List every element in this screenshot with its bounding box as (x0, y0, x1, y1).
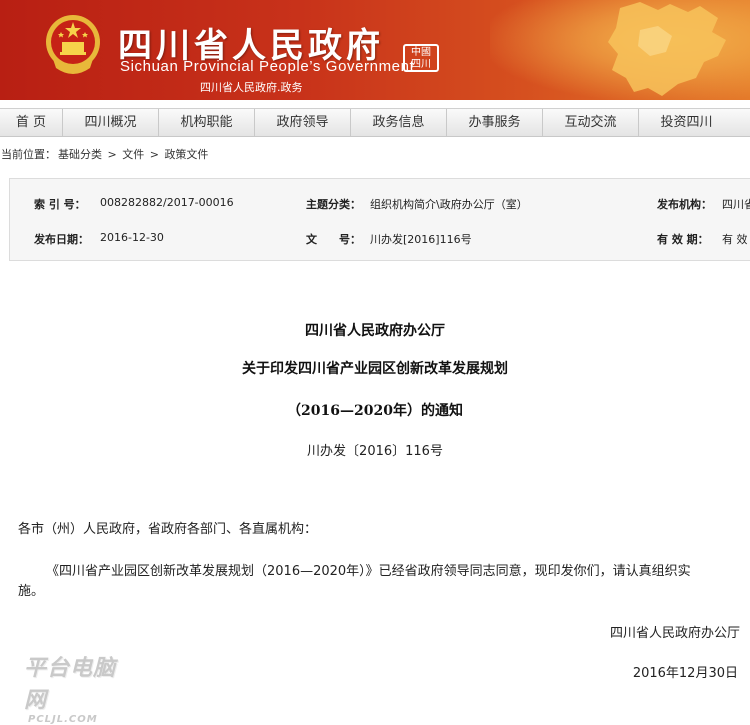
national-emblem-icon (46, 15, 100, 74)
validity-label: 有 效 期： (657, 233, 709, 246)
date-label: 发布日期： (34, 233, 89, 246)
doc-signature: 四川省人民政府办公厅 (609, 626, 740, 641)
doc-title-line1: 四川省人民政府办公厅 (305, 323, 445, 339)
nav-functions[interactable]: 机构职能 (159, 109, 255, 136)
breadcrumb-item-basic[interactable]: 基础分类 (58, 148, 102, 161)
validity-value: 有 效 (722, 233, 748, 246)
main-nav: 首 页 四川概况 机构职能 政府领导 政务信息 办事服务 互动交流 投资四川 (0, 108, 750, 137)
nav-leaders[interactable]: 政府领导 (255, 109, 351, 136)
topic-value: 组织机构简介\政府办公厅（室） (370, 198, 528, 211)
breadcrumb: 当前位置： 基础分类 > 文件 > 政策文件 (1, 146, 210, 162)
site-subtitle: Sichuan Provincial People’s Government (120, 58, 415, 75)
doc-title-line2: 关于印发四川省产业园区创新改革发展规划 (242, 361, 508, 377)
date-value: 2016-12-30 (100, 231, 164, 244)
doc-date: 2016年12月30日 (632, 666, 738, 681)
publisher-value: 四川省 (722, 198, 750, 211)
seal-logo: 中國 四川 (403, 44, 439, 72)
breadcrumb-item-files[interactable]: 文件 (122, 148, 144, 161)
breadcrumb-prefix: 当前位置： (1, 148, 56, 161)
nav-sichuan-overview[interactable]: 四川概况 (63, 109, 159, 136)
document-info-box (9, 178, 750, 261)
index-value: 008282882/2017-00016 (100, 196, 234, 209)
doc-body-line2: 施。 (18, 584, 45, 599)
docno-label: 文 号： (306, 233, 361, 246)
watermark-line1: 平台电脑网 (24, 656, 117, 713)
breadcrumb-separator: > (149, 148, 159, 161)
nav-invest[interactable]: 投资四川 (639, 109, 734, 136)
watermark-line2: PCLJL.COM (28, 714, 98, 725)
site-domain: 四川省人民政府.政务 (200, 81, 303, 94)
doc-body-line1: 《四川省产业园区创新改革发展规划（2016—2020年）》已经省政府领导同志同意… (46, 564, 691, 579)
nav-gov-info[interactable]: 政务信息 (351, 109, 447, 136)
nav-home[interactable]: 首 页 (0, 109, 63, 136)
doc-salutation: 各市（州）人民政府，省政府各部门、各直属机构： (18, 522, 318, 537)
nav-interaction[interactable]: 互动交流 (543, 109, 639, 136)
watermark-logo: 平台电脑网 PCLJL.COM (24, 650, 134, 725)
topic-label: 主题分类： (306, 198, 361, 211)
doc-number: 川办发〔2016〕116号 (307, 444, 443, 459)
doc-title-line3: （2016—2020年）的通知 (287, 403, 463, 419)
breadcrumb-item-policy[interactable]: 政策文件 (164, 148, 208, 161)
docno-value: 川办发[2016]116号 (370, 233, 472, 246)
index-label: 索 引 号： (34, 198, 86, 211)
breadcrumb-separator: > (107, 148, 117, 161)
nav-services[interactable]: 办事服务 (447, 109, 543, 136)
site-header: 四川省人民政府 Sichuan Provincial People’s Gove… (0, 0, 750, 100)
sichuan-map-icon (608, 2, 726, 96)
publisher-label: 发布机构： (657, 198, 712, 211)
